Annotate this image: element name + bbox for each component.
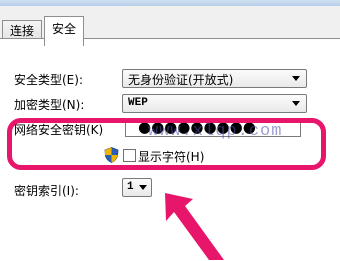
tab-security[interactable]: 安全	[44, 16, 85, 46]
